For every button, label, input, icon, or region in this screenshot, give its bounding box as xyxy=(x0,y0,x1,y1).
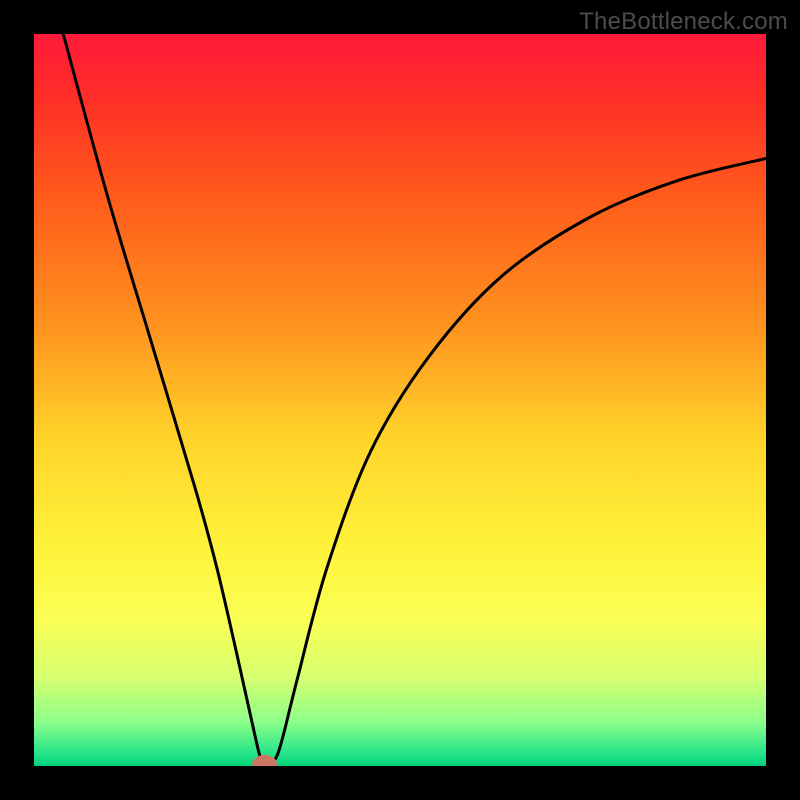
chart-frame: TheBottleneck.com xyxy=(0,0,800,800)
bottleneck-chart xyxy=(34,34,766,766)
watermark-label: TheBottleneck.com xyxy=(579,8,788,36)
plot-area xyxy=(34,34,766,766)
